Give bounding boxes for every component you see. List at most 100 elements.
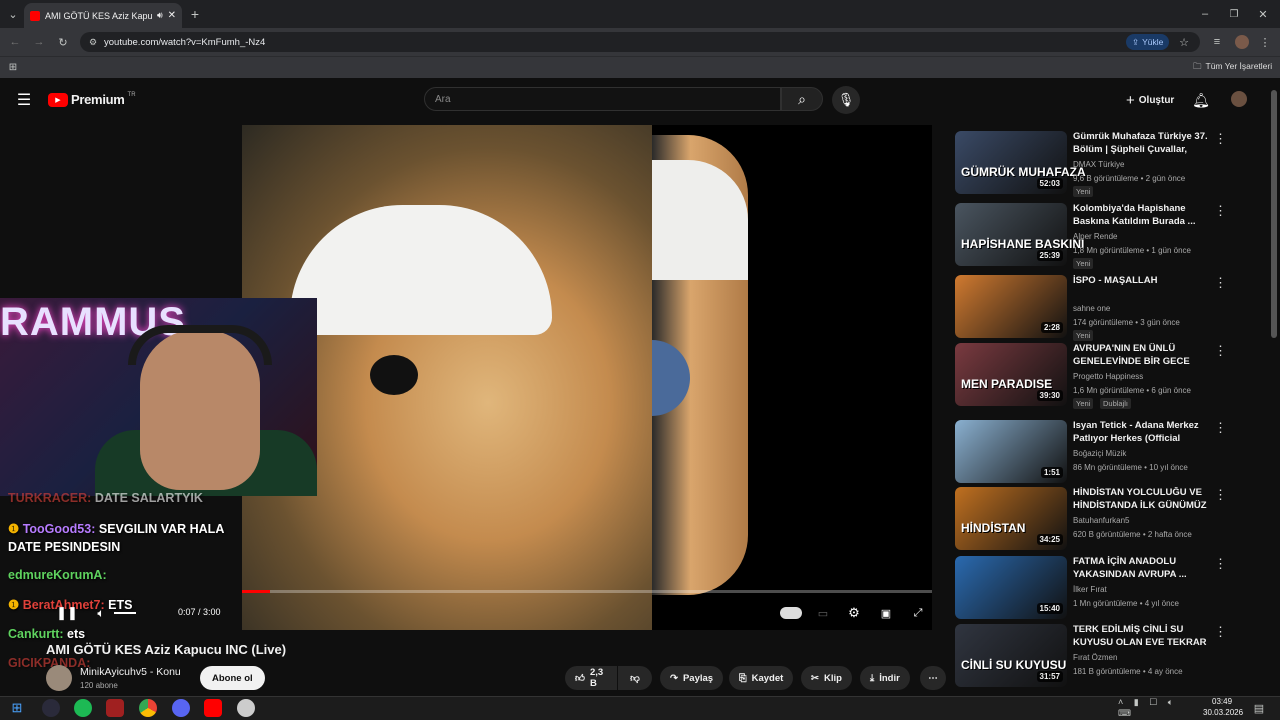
- create-button[interactable]: + Oluştur: [1118, 89, 1182, 111]
- chat-line: Cankurtt: ets: [8, 627, 86, 641]
- minimize-icon[interactable]: –: [1196, 5, 1214, 23]
- account-avatar[interactable]: [1231, 91, 1247, 107]
- youtube-logo[interactable]: ▶ Premium TR: [48, 92, 136, 107]
- obs-app-icon[interactable]: [42, 699, 60, 717]
- recommended-channel[interactable]: sahne one: [1073, 304, 1110, 313]
- restore-icon[interactable]: ❐: [1225, 5, 1243, 23]
- recommended-video[interactable]: HAPİSHANE BASKINI 25:39 Kolombiya'da Hapis…: [955, 203, 1275, 269]
- spotify-app-icon[interactable]: [74, 699, 92, 717]
- more-options-icon[interactable]: ⋮: [1214, 343, 1227, 359]
- browser-menu-icon[interactable]: ⋮: [1258, 33, 1272, 51]
- voicemeeter-app-icon[interactable]: [106, 699, 124, 717]
- channel-name[interactable]: MinikAyicuhv5 - Konu: [80, 666, 181, 678]
- upload-icon: ⇪: [1132, 36, 1140, 47]
- new-tab-icon[interactable]: +: [186, 5, 204, 23]
- apps-grid-icon[interactable]: ⊞: [6, 60, 20, 74]
- share-button[interactable]: ↷ Paylaş: [660, 666, 724, 690]
- recommended-video[interactable]: HİNDİSTAN 34:25 HİNDİSTAN YOLCULUĞU VE HİN…: [955, 487, 1275, 551]
- bookmark-star-icon[interactable]: ☆: [1176, 33, 1192, 51]
- recommended-channel[interactable]: Alper Rende: [1073, 232, 1117, 241]
- recommended-video[interactable]: 2:28 İSPO - MAŞALLAH sahne one 174 görüntül…: [955, 275, 1275, 341]
- discord-app-icon[interactable]: [172, 699, 190, 717]
- notifications-bell-icon[interactable]: 🔔︎: [1191, 90, 1211, 110]
- settings-gear-icon[interactable]: ⚙: [846, 604, 862, 622]
- volume-slider[interactable]: [114, 612, 136, 614]
- recommended-meta: 1,8 Mn görüntüleme • 1 gün önce: [1073, 246, 1191, 255]
- recommended-channel[interactable]: Progetto Happiness: [1073, 372, 1143, 381]
- progress-bar[interactable]: [242, 590, 932, 593]
- chatgpt-app-icon[interactable]: [237, 699, 255, 717]
- recommended-title[interactable]: HİNDİSTAN YOLCULUĞU VE HİNDİSTANDA İLK G…: [1073, 487, 1211, 512]
- recommended-channel[interactable]: DMAX Türkiye: [1073, 160, 1124, 169]
- subscribe-button[interactable]: Abone ol: [200, 666, 265, 690]
- save-button[interactable]: ⎘ Kaydet: [729, 666, 794, 690]
- more-options-icon[interactable]: ⋮: [1214, 203, 1227, 219]
- thumbnail-text: HİNDİSTAN: [961, 521, 1026, 535]
- time-display: 0:07 / 3:00: [178, 607, 221, 617]
- recommended-channel[interactable]: İlker Fırat: [1073, 585, 1107, 594]
- dislike-button[interactable]: 👎︎: [618, 666, 652, 690]
- recommended-video[interactable]: MEN PARADISE 39:30 AVRUPA'NIN EN ÜNLÜ GENE…: [955, 343, 1275, 409]
- recommended-title[interactable]: Kolombiya'da Hapishane Baskına Katıldım …: [1073, 203, 1211, 228]
- recommended-channel[interactable]: Batuhanfurkan5: [1073, 516, 1130, 525]
- profile-avatar[interactable]: [1235, 35, 1249, 49]
- recommended-channel[interactable]: Fırat Özmen: [1073, 653, 1117, 662]
- recommended-title[interactable]: İSPO - MAŞALLAH: [1073, 275, 1211, 288]
- search-button[interactable]: ⌕: [781, 87, 823, 111]
- recommended-meta: 620 B görüntüleme • 2 hafta önce: [1073, 530, 1192, 539]
- recommended-video[interactable]: CİNLİ SU KUYUSU 31:57 TERK EDİLMİŞ CİNLİ S…: [955, 624, 1275, 688]
- back-icon[interactable]: ←: [6, 33, 24, 51]
- notifications-icon[interactable]: ▤: [1250, 699, 1268, 717]
- youtube-app-icon[interactable]: [204, 699, 222, 717]
- address-bar[interactable]: youtube.com/watch?v=KmFumh_-Nz4: [80, 32, 1200, 52]
- clip-button[interactable]: ✂ Klip: [801, 666, 852, 690]
- recommended-title[interactable]: FATMA İÇİN ANADOLU YAKASINDAN AVRUPA ...: [1073, 556, 1211, 581]
- more-options-icon[interactable]: ⋮: [1214, 420, 1227, 436]
- playlist-icon[interactable]: ≡: [1209, 33, 1225, 51]
- fullscreen-icon[interactable]: ⤢: [910, 604, 926, 622]
- more-options-icon[interactable]: ⋮: [1214, 556, 1227, 572]
- volume-icon[interactable]: 🔈︎: [92, 604, 110, 622]
- recommended-channel[interactable]: Boğaziçi Müzik: [1073, 449, 1126, 458]
- recommended-title[interactable]: Isyan Tetick - Adana Merkez Patlıyor Her…: [1073, 420, 1211, 446]
- site-info-icon[interactable]: ⚙: [86, 34, 100, 50]
- reload-icon[interactable]: ↻: [54, 33, 72, 51]
- duration-badge: 15:40: [1036, 603, 1063, 614]
- clock-time[interactable]: 03:49: [1212, 697, 1232, 706]
- theater-mode-icon[interactable]: ▣: [878, 604, 894, 622]
- new-badge: Yeni: [1073, 398, 1094, 409]
- tray-icons[interactable]: ˄ ▮ ☐ 🔈︎ ⌨: [1118, 697, 1198, 718]
- tab-close-icon[interactable]: ✕: [168, 10, 176, 21]
- page-scrollbar[interactable]: [1271, 90, 1277, 338]
- upload-button[interactable]: ⇪ Yükle: [1126, 34, 1170, 50]
- more-options-icon[interactable]: ⋮: [1214, 487, 1227, 503]
- microphone-icon[interactable]: 🎙︎: [832, 86, 860, 114]
- download-button[interactable]: ⤓ İndir: [860, 666, 910, 690]
- recommended-video[interactable]: 15:40 FATMA İÇİN ANADOLU YAKASINDAN AVRUP…: [955, 556, 1275, 620]
- hamburger-menu-icon[interactable]: ☰: [14, 90, 34, 110]
- tab-list-icon[interactable]: ⌄: [4, 5, 22, 23]
- autoplay-toggle[interactable]: [780, 607, 802, 619]
- forward-icon[interactable]: →: [30, 33, 48, 51]
- recommended-video[interactable]: 1:51 Isyan Tetick - Adana Merkez Patlıyor…: [955, 420, 1275, 484]
- window-close-icon[interactable]: ✕: [1254, 5, 1272, 23]
- subtitles-icon[interactable]: ▭: [815, 604, 831, 622]
- recommended-title[interactable]: Gümrük Muhafaza Türkiye 37. Bölüm | Şüph…: [1073, 131, 1211, 157]
- recommended-title[interactable]: TERK EDİLMİŞ CİNLİ SU KUYUSU OLAN EVE TE…: [1073, 624, 1211, 650]
- chrome-app-icon[interactable]: [139, 699, 157, 717]
- search-input[interactable]: Ara: [424, 87, 781, 111]
- browser-tab[interactable]: AMI GÖTÜ KES Aziz Kapucu 🔊︎ ✕: [24, 3, 182, 28]
- more-options-icon[interactable]: ⋮: [1214, 624, 1227, 640]
- more-options-icon[interactable]: ⋮: [1214, 131, 1227, 147]
- audio-icon[interactable]: 🔊︎: [157, 10, 163, 21]
- channel-avatar[interactable]: [46, 665, 72, 691]
- more-options-icon[interactable]: ⋮: [1214, 275, 1227, 291]
- windows-start-icon[interactable]: ⊞: [8, 699, 26, 717]
- more-actions-button[interactable]: ⋯: [920, 666, 946, 690]
- clock-date[interactable]: 30.03.2026: [1203, 708, 1243, 717]
- pause-icon[interactable]: ❚❚: [56, 604, 78, 622]
- recommended-title[interactable]: AVRUPA'NIN EN ÜNLÜ GENELEVİNDE BİR GECE: [1073, 343, 1211, 368]
- recommended-video[interactable]: GÜMRÜK MUHAFAZA 52:03 Gümrük Muhafaza Türk…: [955, 131, 1275, 197]
- all-bookmarks[interactable]: 🗀︎ Tüm Yer İşaretleri: [1193, 61, 1272, 75]
- like-button[interactable]: 👍︎ 2,3 B: [565, 666, 617, 690]
